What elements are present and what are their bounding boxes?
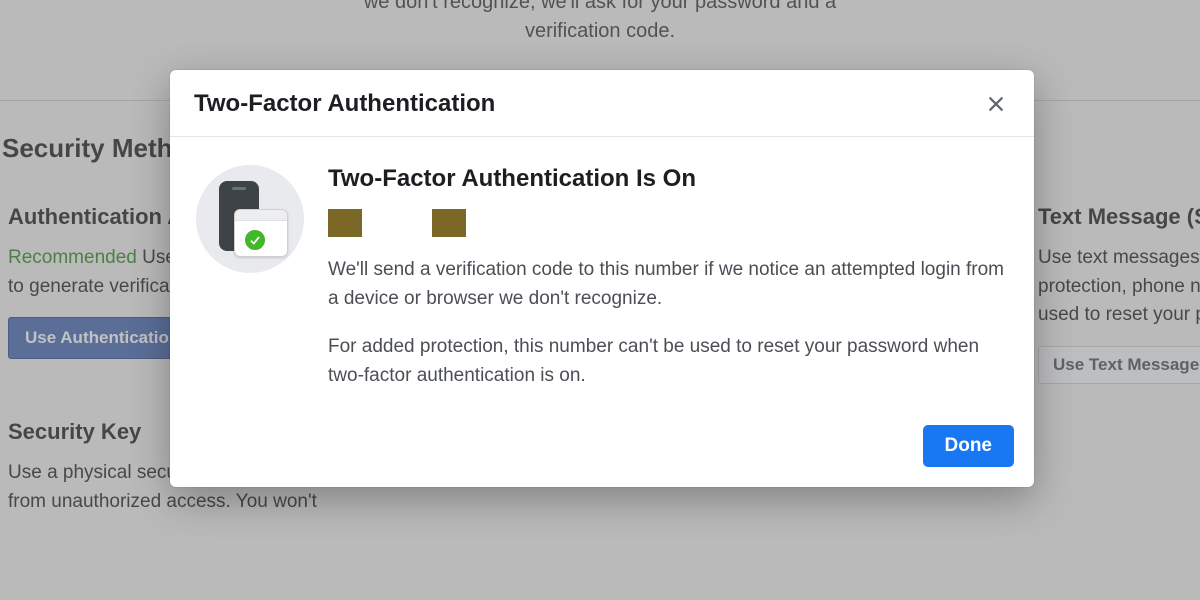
- modal-body: Two-Factor Authentication Is On We'll se…: [170, 137, 1034, 417]
- close-icon: [985, 93, 1007, 115]
- modal-footer: Done: [170, 417, 1034, 487]
- done-button[interactable]: Done: [923, 425, 1015, 467]
- two-factor-devices-icon: [196, 165, 304, 273]
- modal-title: Two-Factor Authentication: [194, 90, 495, 118]
- two-factor-modal: Two-Factor Authentication Two-Factor Aut…: [170, 70, 1034, 487]
- modal-body-title: Two-Factor Authentication Is On: [328, 165, 1006, 193]
- redacted-phone-row: [328, 209, 1006, 237]
- modal-paragraph: For added protection, this number can't …: [328, 332, 1006, 391]
- modal-header: Two-Factor Authentication: [170, 70, 1034, 137]
- redacted-block: [328, 209, 362, 237]
- close-button[interactable]: [982, 90, 1010, 118]
- modal-paragraph: We'll send a verification code to this n…: [328, 255, 1006, 314]
- redacted-block: [432, 209, 466, 237]
- checkmark-badge-icon: [242, 227, 268, 253]
